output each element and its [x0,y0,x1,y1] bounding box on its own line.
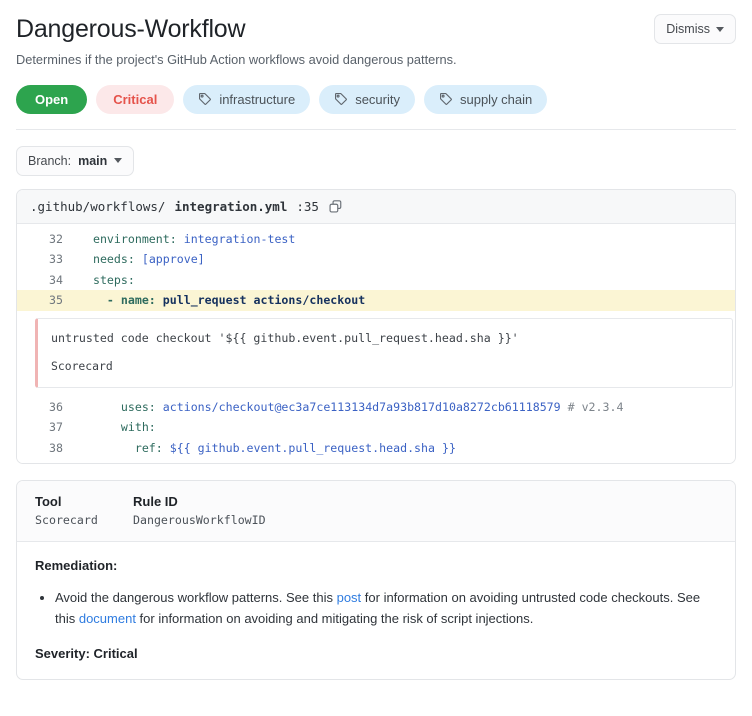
line-content: ref: ${{ github.event.pull_request.head.… [79,438,456,459]
yaml-key: steps: [92,272,135,287]
rule-id-value: DangerousWorkflowID [133,512,266,527]
yaml-comment: # v2.3.4 [560,399,624,414]
yaml-value: pull_request actions/checkout [155,293,366,308]
line-content: - name: pull_request actions/checkout [79,290,365,311]
tag-badge-supply-chain[interactable]: supply chain [423,84,548,114]
page-header: Dangerous-Workflow Dismiss [16,14,736,44]
dismiss-label: Dismiss [666,22,710,36]
annotation-callout: untrusted code checkout '${{ github.even… [35,318,733,388]
page-title: Dangerous-Workflow [16,15,246,43]
document-link[interactable]: document [79,611,136,626]
remediation-text-part3: for information on avoiding and mitigati… [135,610,534,626]
tag-icon [334,92,348,106]
tag-badge-security[interactable]: security [319,84,415,114]
dismiss-button[interactable]: Dismiss [654,14,736,44]
chevron-down-icon [114,158,123,164]
code-line: 32 environment: integration-test [17,229,735,250]
badge-list: Open Critical infrastructure security su… [16,84,736,114]
line-number: 35 [49,293,63,308]
copy-icon[interactable] [328,199,343,214]
yaml-key: environment: [92,231,177,246]
yaml-key: ref: [134,440,163,455]
branch-prefix-label: Branch: [28,153,72,168]
yaml-key: uses: [120,399,156,414]
line-number: 38 [49,440,63,455]
file-name: integration.yml [174,198,288,214]
tool-value: Scorecard [35,512,98,527]
tag-icon [198,92,212,106]
file-path-prefix: .github/workflows/ [30,198,166,214]
yaml-key: with: [120,420,156,435]
annotation-tool: Scorecard [51,359,113,374]
tag-badge-label: infrastructure [219,91,296,107]
remediation-title: Remediation: [35,557,118,573]
status-badge[interactable]: Open [16,84,88,114]
tag-icon [439,92,453,106]
divider [16,128,736,130]
line-content: uses: actions/checkout@ec3a7ce113134d7a9… [79,397,624,418]
code-line-highlighted: 35 - name: pull_request actions/checkout [17,290,735,312]
code-line: 33 needs: [approve] [17,249,735,270]
code-line: 38 ref: ${{ github.event.pull_request.he… [17,438,735,459]
yaml-value: integration-test [176,231,296,246]
line-number: 36 [49,399,63,414]
code-file-header: .github/workflows/integration.yml :35 [17,189,735,224]
tag-badge-infrastructure[interactable]: infrastructure [183,84,311,114]
yaml-key: needs: [92,252,135,267]
line-content: steps: [79,270,135,291]
tag-badge-label: supply chain [459,91,533,107]
branch-selector[interactable]: Branch: main [16,145,135,176]
list-item: Avoid the dangerous workflow patterns. S… [55,587,717,629]
line-number: 32 [49,231,63,246]
yaml-key: - name: [106,293,156,308]
line-content: with: [79,417,156,438]
code-snippet-card: .github/workflows/integration.yml :35 32 … [16,188,736,464]
page-description: Determines if the project's GitHub Actio… [16,52,457,67]
line-content: environment: integration-test [79,229,295,250]
code-line: 37 with: [17,417,735,438]
line-number: 33 [49,252,63,267]
finding-details-card: Tool Scorecard Rule ID DangerousWorkflow… [16,479,736,680]
branch-name: main [78,153,108,168]
severity-line: Severity: Critical [35,646,717,661]
annotation-message: untrusted code checkout '${{ github.even… [51,331,519,346]
finding-detail-page: Dangerous-Workflow Dismiss Determines if… [0,0,752,680]
tool-column: Tool Scorecard [35,494,133,527]
yaml-value: actions/checkout@ec3a7ce113134d7a93b817d… [155,399,561,414]
annotation-wrapper: untrusted code checkout '${{ github.even… [17,311,735,397]
rule-id-column: Rule ID DangerousWorkflowID [133,494,266,527]
rule-id-header: Rule ID [133,493,178,509]
line-content: needs: [approve] [79,249,205,270]
code-line: 34 steps: [17,270,735,291]
yaml-value: ${{ github.event.pull_request.head.sha }… [162,440,456,455]
remediation-list: Avoid the dangerous workflow patterns. S… [55,587,717,629]
metadata-row: Tool Scorecard Rule ID DangerousWorkflow… [17,480,735,542]
code-line: 36 uses: actions/checkout@ec3a7ce113134d… [17,397,735,418]
code-lines: 32 environment: integration-test 33 need… [17,223,735,463]
file-line-number: :35 [296,198,319,214]
post-link[interactable]: post [337,590,362,605]
chevron-down-icon [716,26,724,32]
yaml-value: [approve] [134,252,205,267]
tool-header: Tool [35,493,62,509]
severity-value: Critical [93,645,138,661]
severity-label: Severity: [35,645,90,661]
tag-badge-label: security [355,91,400,107]
remediation-section: Remediation: Avoid the dangerous workflo… [17,542,735,679]
line-number: 34 [49,272,63,287]
remediation-text-part1: Avoid the dangerous workflow patterns. S… [55,589,337,605]
severity-badge[interactable]: Critical [96,84,175,114]
line-number: 37 [49,420,63,435]
